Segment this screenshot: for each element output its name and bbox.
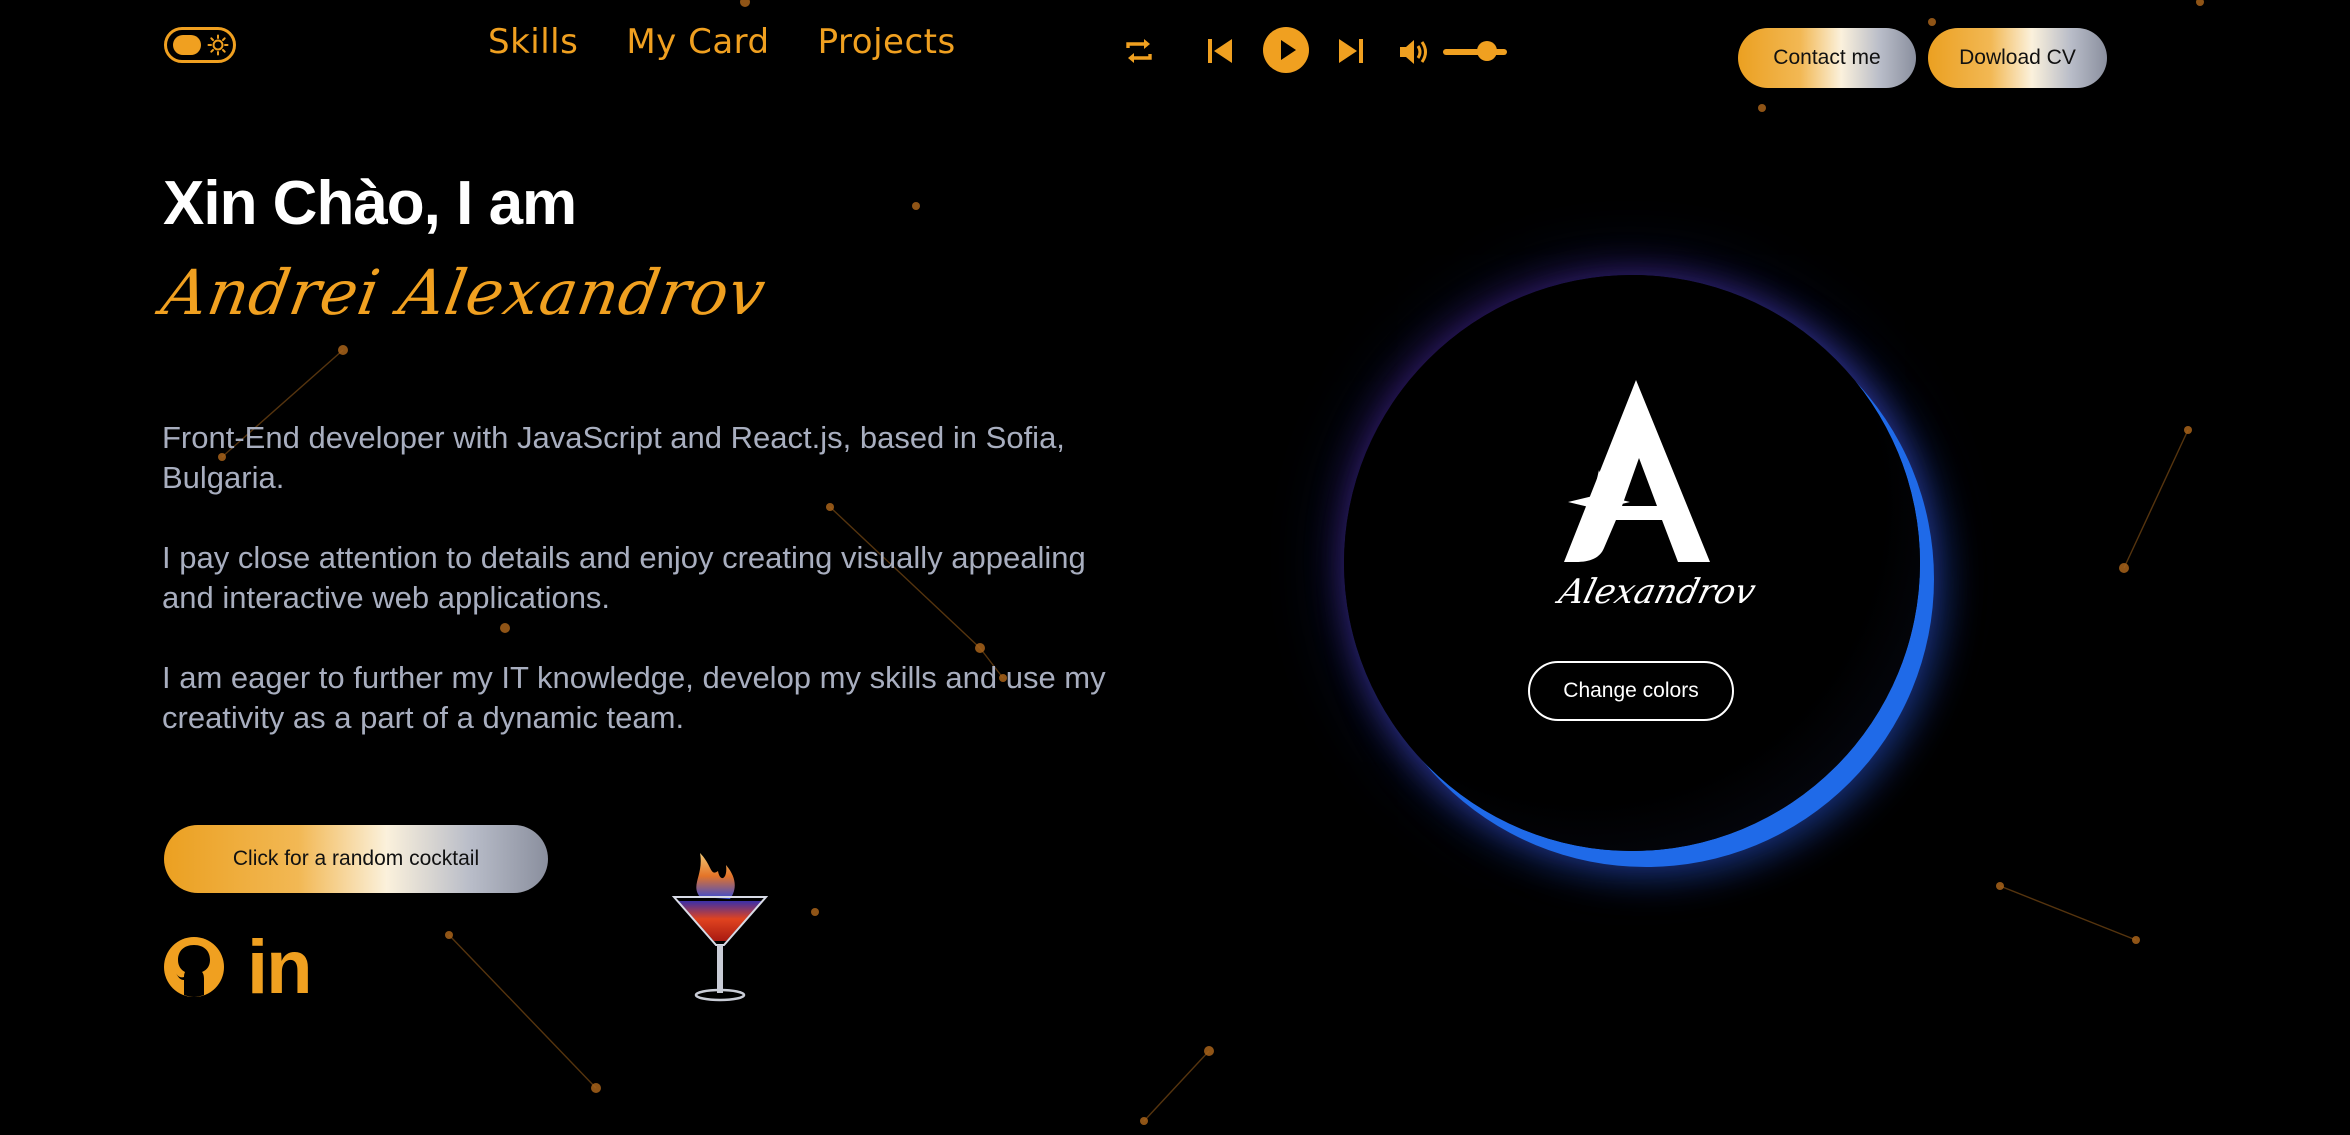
nav-projects[interactable]: Projects <box>818 22 956 62</box>
github-icon[interactable] <box>163 936 225 998</box>
repeat-icon[interactable] <box>1122 34 1156 68</box>
main-nav: Skills My Card Projects <box>488 22 956 62</box>
particle-dot <box>338 345 348 355</box>
volume-slider[interactable] <box>1443 49 1507 55</box>
toggle-knob <box>173 35 201 55</box>
play-icon[interactable] <box>1262 26 1310 74</box>
bio-paragraph: I am eager to further my IT knowledge, d… <box>162 660 1106 735</box>
particle-dot <box>2132 936 2140 944</box>
particle-link <box>2123 429 2189 569</box>
sun-icon <box>207 34 229 56</box>
particle-dot <box>1204 1046 1214 1056</box>
header: Skills My Card Projects Contact me Dowlo… <box>0 0 2350 100</box>
greeting: Xin Chào, I am <box>163 169 577 238</box>
particle-dot <box>1758 104 1766 112</box>
logo-signature: Alexandrov <box>1555 572 1760 612</box>
particle-dot <box>1140 1117 1148 1125</box>
skip-back-icon[interactable] <box>1205 36 1235 66</box>
particle-link <box>448 934 597 1089</box>
flaming-cocktail-image <box>671 853 769 1002</box>
change-colors-button[interactable]: Change colors <box>1528 661 1734 721</box>
skip-forward-icon[interactable] <box>1336 36 1366 66</box>
particle-dot <box>445 931 453 939</box>
particle-dot <box>2184 426 2192 434</box>
theme-toggle[interactable] <box>164 27 236 63</box>
contact-button[interactable]: Contact me <box>1738 28 1916 88</box>
particle-dot <box>591 1083 601 1093</box>
bio-paragraph: Front-End developer with JavaScript and … <box>162 420 1065 495</box>
particle-dot <box>975 643 985 653</box>
page: Skills My Card Projects Contact me Dowlo… <box>0 0 2350 1135</box>
particle-dot <box>500 623 510 633</box>
volume-icon[interactable] <box>1398 37 1430 67</box>
particle-dot <box>826 503 834 511</box>
bio-paragraph: I pay close attention to details and enj… <box>162 540 1086 615</box>
download-cv-button[interactable]: Dowload CV <box>1928 28 2107 88</box>
particle-dot <box>2119 563 2129 573</box>
particle-dot <box>1996 882 2004 890</box>
particle-dot <box>811 908 819 916</box>
nav-my-card[interactable]: My Card <box>626 22 769 62</box>
particle-dot <box>912 202 920 210</box>
nav-skills[interactable]: Skills <box>488 22 578 62</box>
hero-name: Andrei Alexandrov <box>156 256 772 329</box>
particle-link <box>1143 1050 1210 1122</box>
random-cocktail-button[interactable]: Click for a random cocktail <box>164 825 548 893</box>
particle-link <box>1999 885 2137 941</box>
linkedin-icon[interactable]: in <box>247 924 313 1011</box>
volume-slider-thumb[interactable] <box>1477 41 1497 61</box>
